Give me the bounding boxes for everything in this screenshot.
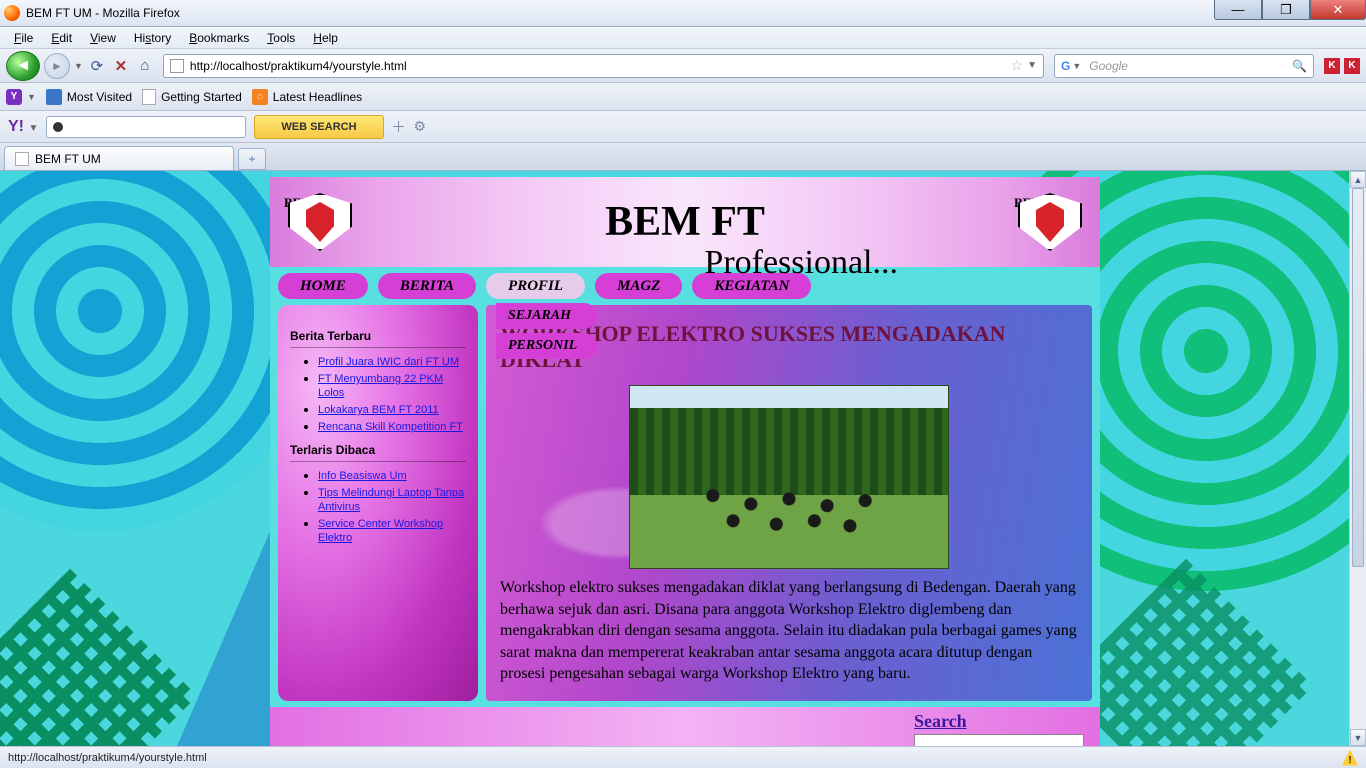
vertical-scrollbar[interactable]: ▲ ▼ (1349, 171, 1366, 746)
menu-edit[interactable]: Edit (43, 29, 80, 47)
news-link[interactable]: FT Menyumbang 22 PKM Lolos (318, 373, 443, 399)
stop-button[interactable]: ✕ (111, 56, 131, 76)
window-minimize-button[interactable]: — (1214, 0, 1262, 20)
shield-icon (288, 193, 352, 251)
url-bar[interactable]: http://localhost/praktikum4/yourstyle.ht… (163, 54, 1044, 78)
nav-submenu: SEJARAH PERSONIL (496, 303, 597, 363)
scroll-thumb[interactable] (1352, 188, 1364, 567)
new-tab-button[interactable]: + (238, 148, 266, 170)
yahoo-search-input[interactable] (46, 116, 246, 138)
google-icon: G (1061, 59, 1070, 73)
page-viewport: BEM BEM FT Professional... BEM HOME BERI… (0, 171, 1366, 746)
status-text: http://localhost/praktikum4/yourstyle.ht… (8, 752, 207, 764)
popular-link[interactable]: Info Beasiswa Um (318, 470, 407, 482)
yahoo-toolbar: Y! ▼ WEB SEARCH ＋ ⚙ (0, 111, 1366, 143)
getting-started-bookmark[interactable]: Getting Started (142, 89, 242, 105)
sidebar-heading-news: Berita Terbaru (290, 329, 466, 348)
scroll-down-button[interactable]: ▼ (1350, 729, 1366, 746)
sidebar: Berita Terbaru Profil Juara IWIC dari FT… (278, 305, 478, 701)
article-body: Workshop elektro sukses mengadakan dikla… (500, 577, 1078, 685)
window-titlebar: BEM FT UM - Mozilla Firefox — ❐ ✕ (0, 0, 1366, 27)
tab-active[interactable]: BEM FT UM (4, 146, 234, 170)
submenu-sejarah[interactable]: SEJARAH (496, 303, 597, 329)
menu-view[interactable]: View (82, 29, 124, 47)
menu-tools[interactable]: Tools (259, 29, 303, 47)
latest-headlines-bookmark[interactable]: ೧Latest Headlines (252, 89, 362, 105)
nav-magz[interactable]: MAGZ (595, 273, 682, 299)
nav-home[interactable]: HOME (278, 273, 368, 299)
yahoo-bookmark[interactable]: Y▼ (6, 89, 36, 105)
main-content: WORKSHOP ELEKTRO SUKSES MENGADAKAN DIKLA… (486, 305, 1092, 701)
search-go-icon[interactable]: 🔍 (1292, 59, 1307, 73)
nav-toolbar: ◄ ► ▼ ⟳ ✕ ⌂ http://localhost/praktikum4/… (0, 49, 1366, 83)
scroll-track[interactable] (1350, 188, 1366, 729)
news-link[interactable]: Lokakarya BEM FT 2011 (318, 404, 439, 416)
warning-icon[interactable]: ! (1342, 750, 1358, 766)
url-dropdown-icon[interactable]: ▼ (1027, 60, 1037, 71)
logo-right: BEM (1018, 193, 1082, 251)
yahoo-web-search-button[interactable]: WEB SEARCH (254, 115, 383, 139)
main-nav: HOME BERITA PROFIL MAGZ KEGIATAN (270, 267, 1100, 305)
window-close-button[interactable]: ✕ (1310, 0, 1366, 20)
news-link[interactable]: Profil Juara IWIC dari FT UM (318, 356, 459, 368)
nav-profil[interactable]: PROFIL (486, 273, 585, 299)
page-favicon (170, 59, 184, 73)
site-container: BEM BEM FT Professional... BEM HOME BERI… (270, 177, 1100, 746)
search-bar[interactable]: G ▼ Google 🔍 (1054, 54, 1314, 78)
url-text[interactable]: http://localhost/praktikum4/yourstyle.ht… (190, 59, 1007, 73)
logo-left: BEM (288, 193, 352, 251)
kaspersky-icons: K K (1324, 58, 1360, 74)
forward-button[interactable]: ► (44, 53, 70, 79)
site-subtitle: Professional... (704, 244, 898, 282)
menubar: File Edit View History Bookmarks Tools H… (0, 27, 1366, 49)
news-link[interactable]: Rencana Skill Kompetition FT (318, 421, 463, 433)
search-placeholder: Google (1089, 59, 1292, 73)
site-banner: BEM BEM FT Professional... BEM (270, 177, 1100, 267)
firefox-icon (4, 5, 20, 21)
menu-file[interactable]: File (6, 29, 41, 47)
window-maximize-button[interactable]: ❐ (1262, 0, 1310, 20)
window-title: BEM FT UM - Mozilla Firefox (26, 6, 180, 20)
shield-icon (1018, 193, 1082, 251)
tab-title: BEM FT UM (35, 152, 101, 166)
nav-berita[interactable]: BERITA (378, 273, 476, 299)
tab-favicon (15, 152, 29, 166)
scroll-up-button[interactable]: ▲ (1350, 171, 1366, 188)
popular-link[interactable]: Tips Melindungi Laptop Tanpa Antivirus (318, 487, 464, 513)
tab-bar: BEM FT UM + (0, 143, 1366, 171)
home-button[interactable]: ⌂ (135, 56, 155, 76)
yahoo-add-button[interactable]: ＋ (392, 117, 406, 137)
article-photo (629, 385, 949, 569)
bookmark-star-icon[interactable]: ☆ (1011, 57, 1024, 74)
site-title: BEM FT (352, 198, 1018, 246)
submenu-personil[interactable]: PERSONIL (496, 333, 597, 359)
sidebar-heading-popular: Terlaris Dibaca (290, 443, 466, 462)
kaspersky-icon[interactable]: K (1344, 58, 1360, 74)
popular-link[interactable]: Service Center Workshop Elektro (318, 518, 443, 544)
bookmarks-toolbar: Y▼ Most Visited Getting Started ೧Latest … (0, 83, 1366, 111)
footer-search-input[interactable] (914, 734, 1084, 746)
yahoo-settings-icon[interactable]: ⚙ (414, 118, 427, 135)
status-bar: http://localhost/praktikum4/yourstyle.ht… (0, 746, 1366, 768)
back-button[interactable]: ◄ (6, 51, 40, 81)
most-visited-bookmark[interactable]: Most Visited (46, 89, 132, 105)
menu-bookmarks[interactable]: Bookmarks (181, 29, 257, 47)
yahoo-logo[interactable]: Y! ▼ (8, 118, 38, 136)
menu-help[interactable]: Help (305, 29, 346, 47)
menu-history[interactable]: History (126, 29, 179, 47)
site-footer: Search (270, 707, 1100, 746)
footer-search-label[interactable]: Search (914, 711, 967, 732)
reload-button[interactable]: ⟳ (87, 56, 107, 76)
kaspersky-icon[interactable]: K (1324, 58, 1340, 74)
